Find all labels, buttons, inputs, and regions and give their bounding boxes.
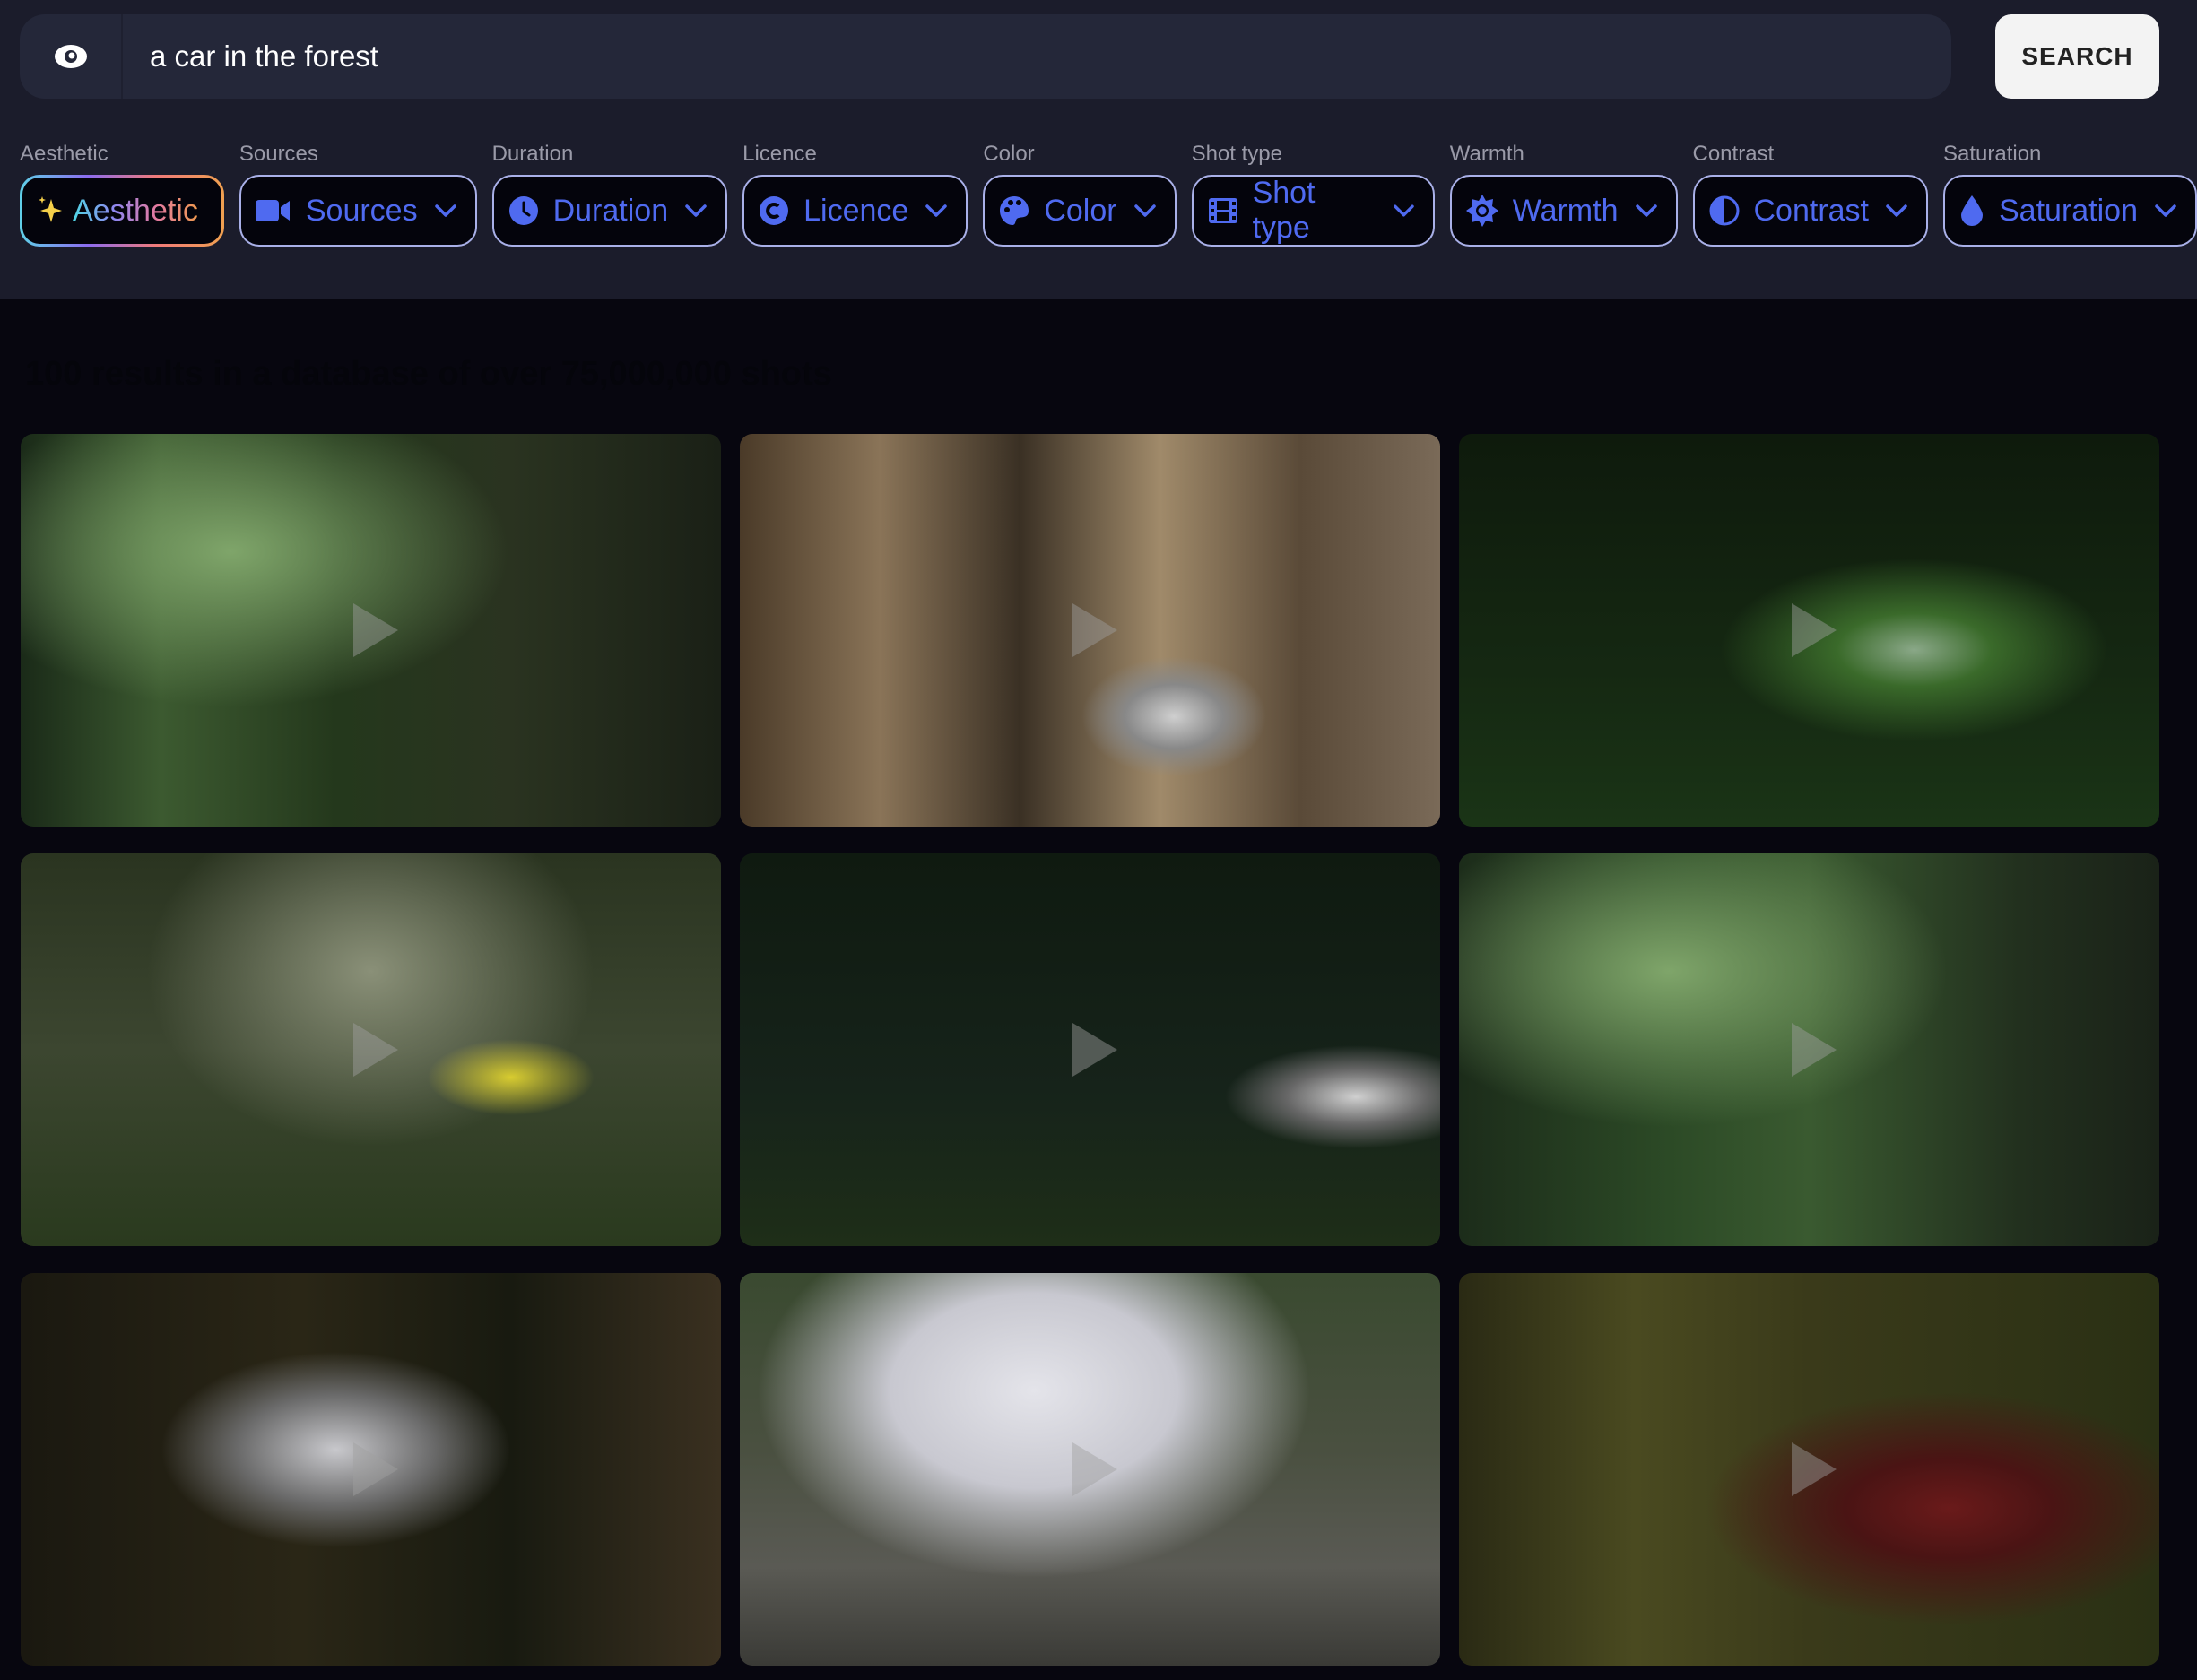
results-summary: 100 results in a database of over 75,000… — [25, 355, 832, 393]
search-input[interactable]: a car in the forest — [123, 39, 378, 74]
video-thumbnail[interactable] — [740, 434, 1440, 827]
eye-icon[interactable] — [20, 14, 123, 99]
duration-dropdown[interactable]: Duration — [491, 175, 728, 247]
chevron-down-icon — [1635, 204, 1657, 217]
licence-dropdown[interactable]: Licence — [742, 175, 968, 247]
chevron-down-icon — [1394, 204, 1414, 217]
sun-icon — [1465, 195, 1498, 227]
sparkles-icon — [37, 195, 64, 226]
play-icon[interactable] — [1072, 1023, 1117, 1077]
search-button[interactable]: SEARCH — [1995, 14, 2159, 99]
dropdown-value: Warmth — [1512, 193, 1619, 228]
clock-icon — [508, 195, 539, 226]
search-bar: a car in the forest — [20, 14, 1951, 99]
chevron-down-icon — [925, 204, 948, 217]
play-icon[interactable] — [1791, 603, 1837, 657]
dropdown-value: Saturation — [1999, 193, 2138, 228]
dropdown-value: Licence — [803, 193, 909, 228]
results-grid — [21, 434, 2159, 1666]
aesthetic-dropdown[interactable]: Aesthetic — [20, 175, 224, 247]
play-icon[interactable] — [1072, 603, 1117, 657]
shot-type-dropdown[interactable]: Shot type — [1191, 175, 1435, 247]
video-thumbnail[interactable] — [21, 1273, 721, 1666]
saturation-dropdown[interactable]: Saturation — [1943, 175, 2197, 247]
copyright-icon — [759, 195, 789, 226]
filter-aesthetic: Aesthetic Aesthetic — [20, 142, 224, 247]
video-thumbnail[interactable] — [1459, 853, 2159, 1246]
video-thumbnail[interactable] — [21, 853, 721, 1246]
filter-warmth: Warmth Warmth — [1449, 142, 1678, 247]
dropdown-value: Contrast — [1753, 193, 1870, 228]
drop-icon — [1959, 195, 1984, 227]
filter-label: Duration — [491, 142, 574, 166]
palette-icon — [999, 195, 1029, 226]
chevron-down-icon — [1133, 204, 1156, 217]
chevron-down-icon — [2155, 204, 2176, 217]
play-icon[interactable] — [352, 603, 398, 657]
dropdown-value: Shot type — [1252, 176, 1316, 245]
filter-label: Shot type — [1191, 142, 1282, 166]
filter-saturation: Saturation Saturation — [1943, 142, 2197, 247]
play-icon[interactable] — [1791, 1023, 1837, 1077]
filter-sources: Sources Sources — [239, 142, 477, 247]
filter-label: Aesthetic — [20, 142, 109, 166]
filter-label: Warmth — [1449, 142, 1524, 166]
contrast-icon — [1709, 195, 1740, 226]
filter-label: Color — [983, 142, 1035, 166]
filter-label: Sources — [239, 142, 318, 166]
filter-contrast: Contrast Contrast — [1692, 142, 1928, 247]
chevron-down-icon — [434, 204, 456, 217]
filter-label: Saturation — [1943, 142, 2042, 166]
filter-label: Licence — [742, 142, 817, 166]
filter-licence: Licence Licence — [742, 142, 968, 247]
video-thumbnail[interactable] — [740, 1273, 1440, 1666]
filter-label: Contrast — [1692, 142, 1775, 166]
contrast-dropdown[interactable]: Contrast — [1692, 175, 1928, 247]
filter-duration: Duration Duration — [491, 142, 728, 247]
play-icon[interactable] — [352, 1023, 398, 1077]
video-thumbnail[interactable] — [21, 434, 721, 827]
warmth-dropdown[interactable]: Warmth — [1449, 175, 1678, 247]
chevron-down-icon — [685, 204, 707, 217]
filter-shot-type: Shot type Shot type — [1191, 142, 1435, 247]
filter-bar: Aesthetic Aesthetic Sources Sources Dura… — [20, 142, 2197, 247]
play-icon[interactable] — [352, 1442, 398, 1496]
video-thumbnail[interactable] — [740, 853, 1440, 1246]
chevron-down-icon — [1886, 204, 1907, 217]
filter-color: Color Color — [983, 142, 1177, 247]
dropdown-value: Duration — [552, 193, 669, 228]
video-thumbnail[interactable] — [1459, 1273, 2159, 1666]
video-camera-icon — [255, 198, 291, 223]
video-thumbnail[interactable] — [1459, 434, 2159, 827]
color-dropdown[interactable]: Color — [983, 175, 1177, 247]
dropdown-value: Sources — [305, 193, 418, 228]
dropdown-value: Aesthetic — [73, 193, 198, 228]
sources-dropdown[interactable]: Sources — [239, 175, 477, 247]
film-icon — [1208, 195, 1238, 226]
play-icon[interactable] — [1791, 1442, 1837, 1496]
dropdown-value: Color — [1044, 193, 1117, 228]
play-icon[interactable] — [1072, 1442, 1117, 1496]
